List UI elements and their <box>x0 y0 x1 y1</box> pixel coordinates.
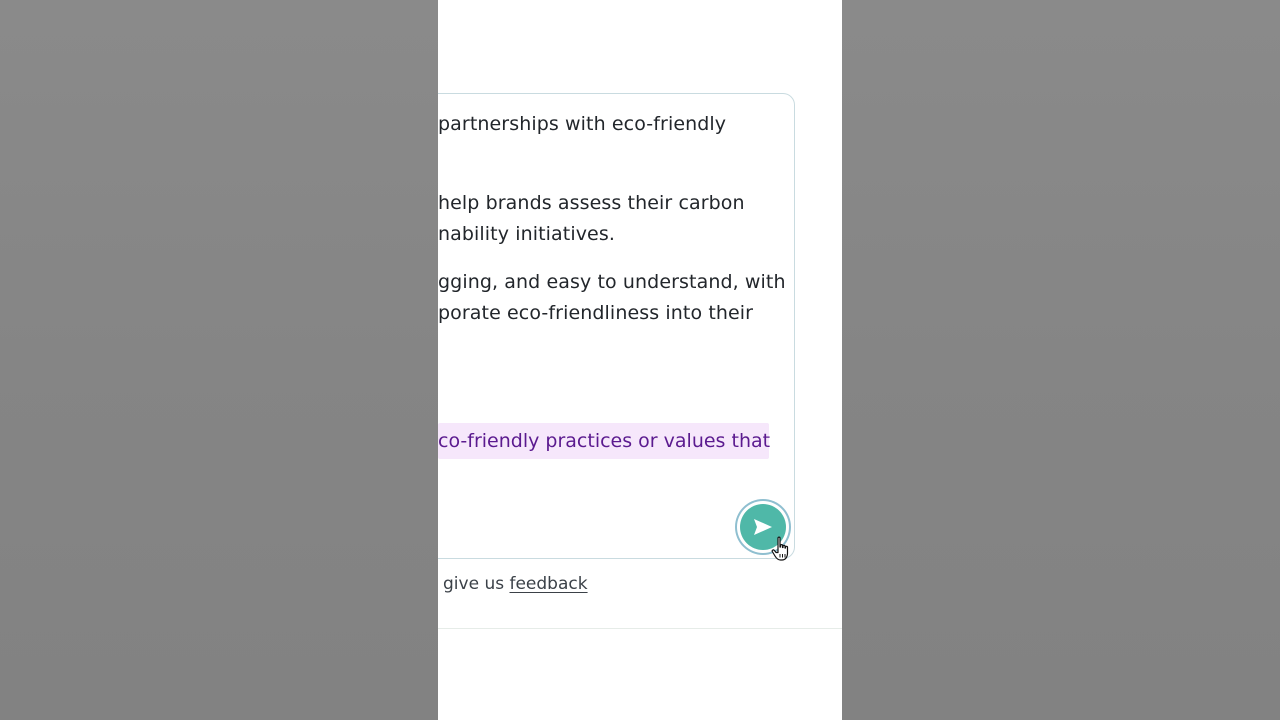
chat-input-box[interactable] <box>438 93 795 559</box>
feedback-line: give us feedback <box>443 574 588 594</box>
screen: partnerships with eco-friendly help bran… <box>0 0 1280 720</box>
chat-text-line: partnerships with eco-friendly <box>438 113 727 135</box>
app-viewport: partnerships with eco-friendly help bran… <box>438 0 842 720</box>
send-arrow-icon <box>754 519 772 535</box>
chat-text-line: porate eco-friendliness into their <box>438 302 754 324</box>
chat-text-line: gging, and easy to understand, with <box>438 271 786 293</box>
footer-divider <box>438 628 842 629</box>
feedback-link[interactable]: feedback <box>509 574 587 594</box>
chat-text-line: help brands assess their carbon <box>438 192 745 214</box>
feedback-prefix: give us <box>443 574 510 594</box>
letterbox-right <box>842 0 1280 720</box>
pointer-hand-icon <box>771 536 789 561</box>
highlighted-text: co-friendly practices or values that <box>438 430 771 452</box>
chat-text-line: nability initiatives. <box>438 223 615 245</box>
letterbox-left <box>0 0 438 720</box>
